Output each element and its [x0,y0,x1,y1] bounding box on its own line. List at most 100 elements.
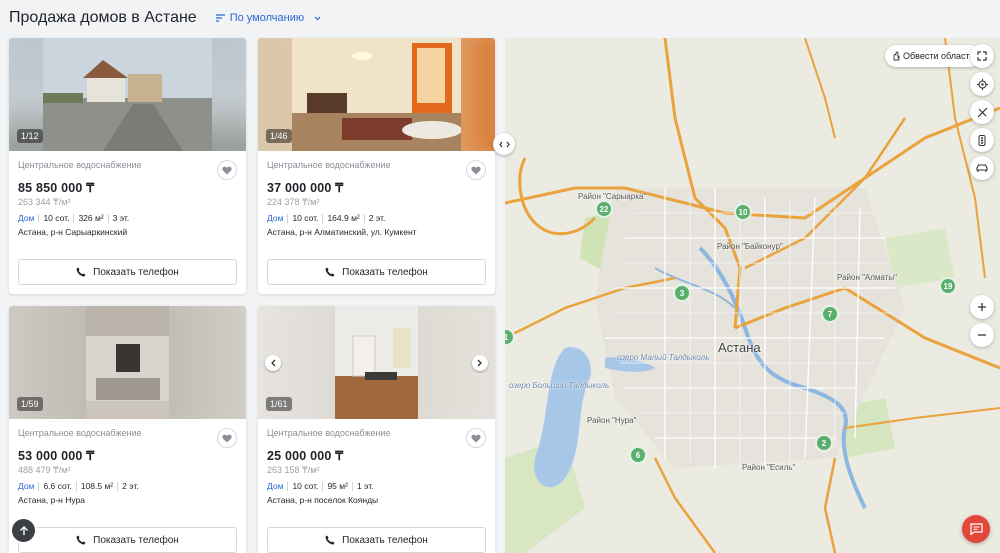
show-phone-label: Показать телефон [93,534,179,546]
listing-photo[interactable]: 1/46 [258,38,495,151]
favorite-button[interactable] [217,160,237,180]
photo-counter: 1/59 [17,397,43,411]
chevron-left-icon [271,359,276,367]
listing-params: Дом 10 сот. 95 м² 1 эт. [267,481,486,491]
map-canvas [505,38,1000,553]
chevron-right-icon [477,359,482,367]
listing-params: Дом 6.6 сот. 108.5 м² 2 эт. [18,481,237,491]
land-area: 10 сот. [292,481,319,491]
house-area: 164.9 м² [327,213,360,223]
show-phone-button[interactable]: Показать телефон [18,259,237,285]
ruler-icon [977,107,987,117]
listing-price: 25 000 000 ₸ [267,449,344,463]
price-per-m2: 224 378 ₸/м² [267,197,320,207]
listing-feature: Центральное водоснабжение [267,160,391,170]
phone-icon [76,267,86,277]
listing-params: Дом 10 сот. 326 м² 3 эт. [18,213,237,223]
land-area: 6.6 сот. [43,481,72,491]
map-cluster-marker[interactable]: 6 [629,446,647,464]
map-cluster-marker[interactable]: 2 [815,434,833,452]
show-phone-label: Показать телефон [342,534,428,546]
heart-icon [222,434,232,442]
sort-label: По умолчанию [229,12,305,24]
plus-icon [978,303,986,311]
map-cluster-marker[interactable]: 7 [821,305,839,323]
phone-icon [325,535,335,545]
listing-card[interactable]: 1/12 Центральное водоснабжение 85 850 00… [9,38,246,294]
car-icon [976,163,988,172]
map-cluster-marker[interactable]: 19 [939,277,957,295]
show-phone-button[interactable]: Показать телефон [18,527,237,553]
traffic-light-icon [978,134,986,146]
floors: 1 эт. [356,481,374,491]
floors: 2 эт. [122,481,139,491]
show-phone-button[interactable]: Показать телефон [267,259,486,285]
chat-button[interactable] [962,515,990,543]
map-lake-label: озеро Малый Талдыколь [617,353,710,362]
photo-next-button[interactable] [472,355,488,371]
photo-counter: 1/61 [266,397,292,411]
heart-icon [471,166,481,174]
property-type: Дом [267,213,284,223]
expand-horizontal-icon [498,141,510,147]
map-district-label: Район "Алматы" [837,273,897,282]
phone-icon [76,535,86,545]
traffic-button[interactable] [970,128,994,152]
sort-icon [215,14,225,22]
listing-photo[interactable]: 1/12 [9,38,246,151]
favorite-button[interactable] [217,428,237,448]
listing-price: 53 000 000 ₸ [18,449,95,463]
show-phone-button[interactable]: Показать телефон [267,527,486,553]
heart-icon [471,434,481,442]
listing-address: Астана, р-н Нура [18,495,85,505]
listing-price: 37 000 000 ₸ [267,181,344,195]
land-area: 10 сот. [292,213,319,223]
property-type: Дом [18,481,35,491]
map-city-label: Астана [718,340,761,355]
map-toggle-button[interactable] [493,133,515,155]
listing-photo[interactable]: 1/59 [9,306,246,419]
show-phone-label: Показать телефон [342,266,428,278]
map-district-label: Район "Есиль" [742,463,796,472]
map-district-label: Район "Сарыарка" [578,192,647,201]
zoom-in-button[interactable] [970,295,994,319]
floors: 3 эт. [112,213,130,223]
zoom-out-button[interactable] [970,323,994,347]
transport-button[interactable] [970,156,994,180]
listing-photo[interactable]: 1/61 [258,306,495,419]
favorite-button[interactable] [466,428,486,448]
show-phone-label: Показать телефон [93,266,179,278]
map-cluster-marker[interactable]: 3 [673,284,691,302]
property-type: Дом [18,213,35,223]
listing-address: Астана, р-н Алматинский, ул. Кумкент [267,227,417,237]
target-icon [976,78,988,90]
chevron-down-icon [314,16,321,20]
house-area: 95 м² [327,481,348,491]
photo-prev-button[interactable] [265,355,281,371]
map-cluster-marker[interactable]: 10 [734,203,752,221]
heart-icon [222,166,232,174]
listing-feature: Центральное водоснабжение [18,428,142,438]
listing-card[interactable]: 1/46 Центральное водоснабжение 37 000 00… [258,38,495,294]
listing-address: Астана, р-н Сарыаркинский [18,227,128,237]
scroll-top-button[interactable] [10,517,37,544]
map-panel[interactable]: Район "Сарыарка" Район "Байконур" Район … [505,38,1000,553]
phone-icon [325,267,335,277]
map-district-label: Район "Байконур" [717,242,783,251]
price-per-m2: 263 158 ₸/м² [267,465,320,475]
ruler-button[interactable] [970,100,994,124]
favorite-button[interactable] [466,160,486,180]
draw-area-button[interactable]: Обвести область [885,45,982,67]
listing-card[interactable]: 1/59 Центральное водоснабжение 53 000 00… [9,306,246,553]
hand-draw-icon [893,51,900,61]
map-cluster-marker[interactable]: 22 [595,200,613,218]
listing-card[interactable]: 1/61 Центральное водоснабжение 25 000 00… [258,306,495,553]
map-district-label: Район "Нура" [587,416,637,425]
fullscreen-icon [977,51,987,61]
listing-params: Дом 10 сот. 164.9 м² 2 эт. [267,213,486,223]
fullscreen-button[interactable] [970,44,994,68]
locate-button[interactable] [970,72,994,96]
sort-dropdown[interactable]: По умолчанию [215,12,326,24]
listing-price: 85 850 000 ₸ [18,181,95,195]
minus-icon [978,334,986,336]
